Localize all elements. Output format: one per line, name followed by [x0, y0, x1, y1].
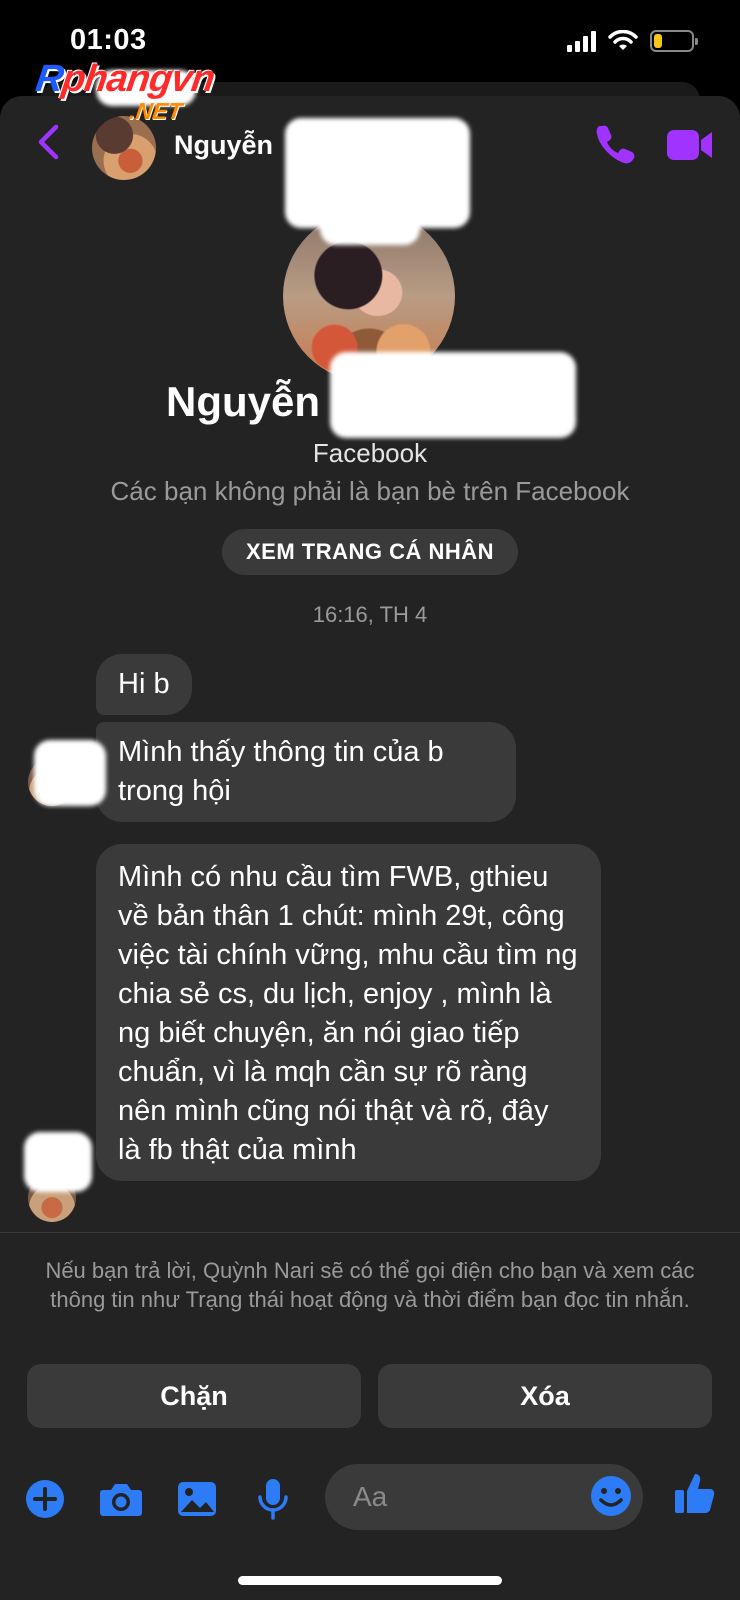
status-icons	[567, 30, 698, 52]
battery-icon	[650, 30, 698, 52]
redaction-overlay	[24, 1132, 92, 1192]
camera-button[interactable]	[98, 1476, 144, 1522]
view-profile-button[interactable]: XEM TRANG CÁ NHÂN	[222, 529, 518, 575]
contact-name[interactable]: Nguyễn	[174, 130, 273, 161]
add-button[interactable]	[22, 1476, 68, 1522]
delete-button[interactable]: Xóa	[378, 1364, 712, 1428]
redaction-overlay	[320, 205, 420, 245]
emoji-button[interactable]	[589, 1474, 633, 1518]
wifi-icon	[608, 30, 638, 50]
video-camera-icon	[667, 130, 712, 160]
message-input-placeholder: Aa	[353, 1481, 388, 1512]
video-call-button[interactable]	[666, 126, 714, 164]
redaction-overlay	[34, 740, 106, 806]
message-request-notice: Nếu bạn trả lời, Quỳnh Nari sẽ có thể gọ…	[45, 1258, 695, 1312]
watermark-logo: Rphangvn .NET	[33, 58, 217, 124]
cellular-signal-icon	[567, 30, 596, 52]
home-indicator	[238, 1576, 502, 1585]
contact-avatar[interactable]	[92, 116, 156, 180]
smiley-icon	[591, 1476, 631, 1516]
message-timestamp: 16:16, TH 4	[312, 602, 428, 627]
gallery-button[interactable]	[174, 1476, 220, 1522]
message-bubble[interactable]: Mình có nhu cầu tìm FWB, gthieu về bản t…	[96, 844, 601, 1181]
profile-name: Nguyễn	[166, 378, 321, 425]
voice-call-button[interactable]	[592, 122, 636, 166]
message-bubble[interactable]: Hi b	[96, 654, 192, 715]
divider	[0, 1232, 740, 1233]
microphone-icon	[258, 1479, 288, 1520]
like-button[interactable]	[672, 1470, 718, 1516]
back-button[interactable]	[30, 122, 66, 162]
phone-icon	[596, 125, 635, 164]
relationship-note: Các bạn không phải là bạn bè trên Facebo…	[110, 476, 630, 506]
voice-message-button[interactable]	[250, 1476, 296, 1522]
thumbs-up-icon	[675, 1474, 715, 1513]
block-button[interactable]: Chặn	[27, 1364, 361, 1428]
plus-circle-icon	[26, 1480, 64, 1518]
image-icon	[178, 1482, 216, 1516]
chevron-left-icon	[38, 124, 59, 160]
message-composer: Aa	[0, 1460, 740, 1540]
message-bubble[interactable]: Mình thấy thông tin của b trong hội	[96, 722, 516, 822]
profile-subtitle: Facebook	[312, 438, 428, 468]
camera-icon	[100, 1484, 142, 1516]
message-input[interactable]: Aa	[325, 1464, 643, 1530]
status-time: 01:03	[70, 24, 147, 56]
redaction-overlay	[330, 352, 576, 438]
